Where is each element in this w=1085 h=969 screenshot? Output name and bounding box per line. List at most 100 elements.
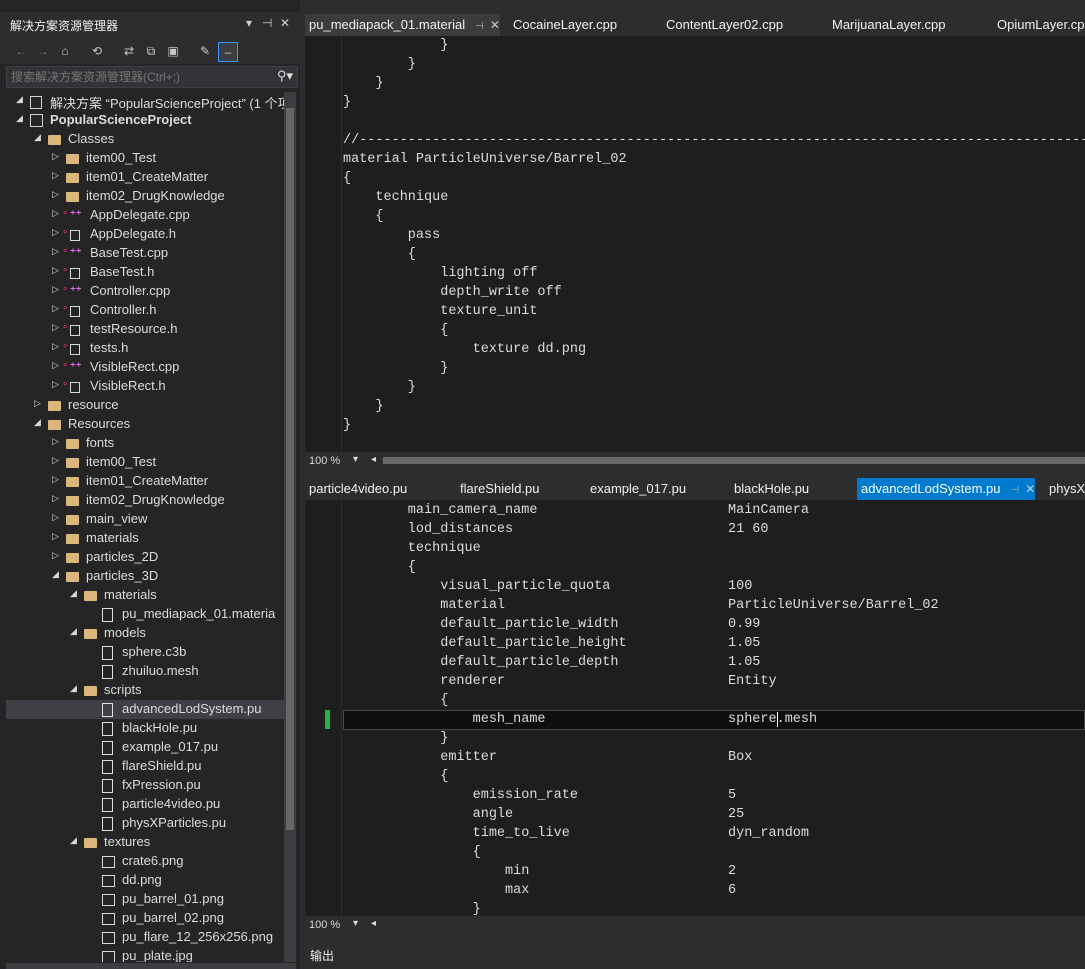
tree-file[interactable]: advancedLodSystem.pu	[6, 700, 284, 719]
expand-arrow-icon[interactable]: ▷	[52, 341, 62, 352]
tree-folder[interactable]: ▷ item00_Test	[6, 149, 284, 168]
tree-folder[interactable]: ◢ textures	[6, 833, 284, 852]
tree-folder[interactable]: ◢ models	[6, 624, 284, 643]
editor-split-bar[interactable]	[305, 470, 1085, 478]
tree-solution[interactable]: ◢ 解决方案 “PopularScienceProject” (1 个项	[6, 92, 284, 111]
zoom-level[interactable]: 100 %	[309, 919, 340, 931]
collapse-arrow-icon[interactable]: ◢	[34, 417, 44, 428]
expand-arrow-icon[interactable]: ▷	[52, 265, 62, 276]
expand-arrow-icon[interactable]: ▷	[52, 208, 62, 219]
tree-file[interactable]: pu_flare_12_256x256.png	[6, 928, 284, 947]
editor-tab[interactable]: MarijuanaLayer.cpp	[828, 14, 945, 36]
expand-arrow-icon[interactable]: ▷	[52, 189, 62, 200]
tree-folder[interactable]: ▷ item01_CreateMatter	[6, 472, 284, 491]
editor-tab[interactable]: ContentLayer02.cpp	[662, 14, 783, 36]
scroll-left-icon[interactable]: ◂	[371, 454, 376, 465]
properties-icon[interactable]: ✎	[196, 42, 214, 60]
tree-folder[interactable]: ◢ materials	[6, 586, 284, 605]
collapse-arrow-icon[interactable]: ◢	[16, 94, 26, 105]
collapse-arrow-icon[interactable]: ◢	[70, 626, 80, 637]
tree-file[interactable]: dd.png	[6, 871, 284, 890]
tree-file[interactable]: ▷ ∘ ⁺⁺ BaseTest.cpp	[6, 244, 284, 263]
tree-folder[interactable]: ◢ Classes	[6, 130, 284, 149]
tree-folder[interactable]: ▷ fonts	[6, 434, 284, 453]
expand-arrow-icon[interactable]: ▷	[52, 170, 62, 181]
scroll-left-icon[interactable]: ◂	[371, 918, 376, 929]
expand-arrow-icon[interactable]: ▷	[52, 474, 62, 485]
expand-arrow-icon[interactable]: ▷	[52, 436, 62, 447]
expand-arrow-icon[interactable]: ▷	[52, 151, 62, 162]
tree-folder[interactable]: ▷ item00_Test	[6, 453, 284, 472]
tree-file[interactable]: particle4video.pu	[6, 795, 284, 814]
editor-tab[interactable]: physX	[1045, 478, 1085, 500]
forward-icon[interactable]: →	[34, 42, 52, 60]
tree-file[interactable]: ▷ ∘ tests.h	[6, 339, 284, 358]
tree-file[interactable]: pu_barrel_02.png	[6, 909, 284, 928]
collapse-all-icon[interactable]: ⧉	[142, 42, 160, 60]
tree-file[interactable]: ▷ ∘ AppDelegate.h	[6, 225, 284, 244]
expand-arrow-icon[interactable]: ▷	[52, 531, 62, 542]
collapse-arrow-icon[interactable]: ◢	[34, 132, 44, 143]
tree-file[interactable]: pu_plate.jpg	[6, 947, 284, 962]
expand-arrow-icon[interactable]: ▷	[52, 379, 62, 390]
editor-bottom-code[interactable]: main_camera_name MainCamera lod_distances…	[305, 500, 1085, 916]
tree-folder[interactable]: ◢ Resources	[6, 415, 284, 434]
collapse-arrow-icon[interactable]: ◢	[52, 569, 62, 580]
pin-icon[interactable]: ⊣	[262, 16, 272, 30]
home-icon[interactable]: ⌂	[56, 42, 74, 60]
tree-folder[interactable]: ◢ particles_3D	[6, 567, 284, 586]
expand-arrow-icon[interactable]: ▷	[34, 398, 44, 409]
editor-tab[interactable]: particle4video.pu	[305, 478, 407, 500]
tree-file[interactable]: pu_mediapack_01.materia	[6, 605, 284, 624]
tree-file[interactable]: ▷ ∘ Controller.h	[6, 301, 284, 320]
expand-arrow-icon[interactable]: ▷	[52, 493, 62, 504]
close-tab-icon[interactable]: ✕	[490, 18, 500, 32]
collapse-arrow-icon[interactable]: ◢	[70, 835, 80, 846]
tree-file[interactable]: ▷ ∘ ⁺⁺ VisibleRect.cpp	[6, 358, 284, 377]
collapse-arrow-icon[interactable]: ◢	[70, 588, 80, 599]
collapse-arrow-icon[interactable]: ◢	[70, 683, 80, 694]
tree-file[interactable]: fxPression.pu	[6, 776, 284, 795]
tree-file[interactable]: zhuiluo.mesh	[6, 662, 284, 681]
editor-tab[interactable]: example_017.pu	[586, 478, 686, 500]
window-menu-icon[interactable]: ▾	[246, 16, 252, 30]
editor-tab[interactable]: OpiumLayer.cpp	[993, 14, 1085, 36]
expand-arrow-icon[interactable]: ▷	[52, 246, 62, 257]
editor-tab[interactable]: pu_mediapack_01.material ⊣ ✕	[305, 14, 500, 36]
tree-file[interactable]: flareShield.pu	[6, 757, 284, 776]
close-icon[interactable]: ✕	[280, 16, 290, 30]
tree-folder[interactable]: ▷ materials	[6, 529, 284, 548]
tree-file[interactable]: crate6.png	[6, 852, 284, 871]
preview-icon[interactable]: ‒	[218, 42, 238, 62]
tree-file[interactable]: pu_barrel_01.png	[6, 890, 284, 909]
pin-tab-icon[interactable]: ⊣	[475, 21, 484, 32]
close-tab-icon[interactable]: ✕	[1025, 482, 1035, 496]
editor-tab[interactable]: CocaineLayer.cpp	[509, 14, 617, 36]
tree-file[interactable]: ▷ ∘ VisibleRect.h	[6, 377, 284, 396]
search-icon[interactable]: ⚲▾	[277, 68, 293, 84]
editor-top-code[interactable]: } } }} //--------------------------------…	[305, 36, 1085, 452]
expand-arrow-icon[interactable]: ▷	[52, 227, 62, 238]
tree-folder[interactable]: ▷ item02_DrugKnowledge	[6, 187, 284, 206]
tree-file[interactable]: ▷ ∘ BaseTest.h	[6, 263, 284, 282]
tree-file[interactable]: example_017.pu	[6, 738, 284, 757]
tree-horizontal-scrollbar[interactable]	[6, 963, 296, 969]
tree-file[interactable]: ▷ ∘ ⁺⁺ AppDelegate.cpp	[6, 206, 284, 225]
tree-file[interactable]: ▷ ∘ testResource.h	[6, 320, 284, 339]
tree-folder[interactable]: ◢ scripts	[6, 681, 284, 700]
tree-file[interactable]: blackHole.pu	[6, 719, 284, 738]
tree-file[interactable]: physXParticles.pu	[6, 814, 284, 833]
show-all-files-icon[interactable]: ▣	[164, 42, 182, 60]
history-icon[interactable]: ⟲	[88, 42, 106, 60]
tree-folder[interactable]: ▷ resource	[6, 396, 284, 415]
solution-search-input[interactable]	[11, 68, 263, 85]
zoom-level[interactable]: 100 %	[309, 455, 340, 467]
expand-arrow-icon[interactable]: ▷	[52, 550, 62, 561]
tree-file[interactable]: ▷ ∘ ⁺⁺ Controller.cpp	[6, 282, 284, 301]
expand-arrow-icon[interactable]: ▷	[52, 303, 62, 314]
tree-folder[interactable]: ▷ item01_CreateMatter	[6, 168, 284, 187]
tree-file[interactable]: sphere.c3b	[6, 643, 284, 662]
collapse-arrow-icon[interactable]: ◢	[16, 113, 26, 124]
back-icon[interactable]: ←	[12, 42, 30, 60]
expand-arrow-icon[interactable]: ▷	[52, 322, 62, 333]
